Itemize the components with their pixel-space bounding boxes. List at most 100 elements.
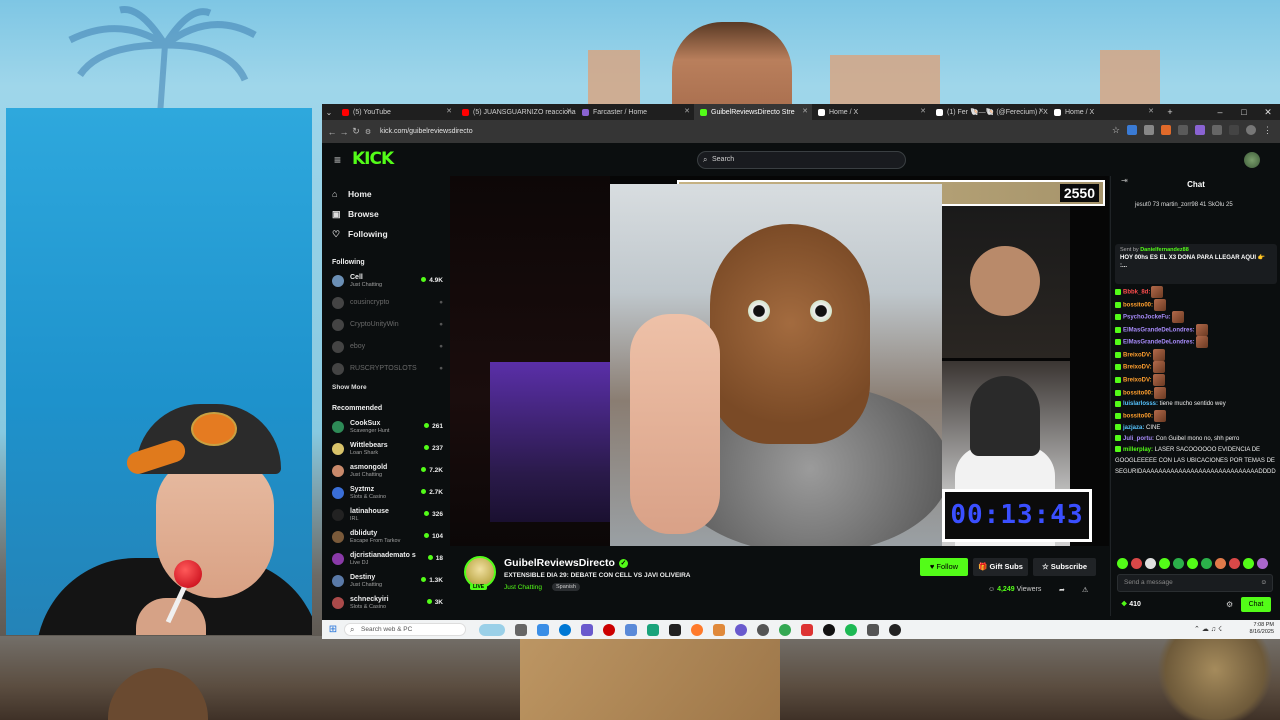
report-icon[interactable]: ⚠ xyxy=(1082,586,1088,594)
tab-youtube[interactable]: (5) YouTube ✕ xyxy=(336,104,456,120)
app-icon[interactable] xyxy=(735,623,747,636)
app-icon[interactable] xyxy=(713,623,725,636)
pinned-message[interactable]: Sent by Danielfernandez88 HOY 00hs ES EL… xyxy=(1115,244,1277,284)
kick-logo[interactable]: KICK xyxy=(352,149,394,169)
chat-username[interactable]: ElMasGrandeDeLondres: xyxy=(1123,340,1195,346)
chat-username[interactable]: millerplay: xyxy=(1123,447,1153,453)
minimize-button[interactable]: – xyxy=(1208,107,1232,117)
app-icon[interactable] xyxy=(867,623,879,636)
tab-ferecium[interactable]: (1) Fer 🐚—🐚 (@Ferecium) / X ✕ xyxy=(930,104,1048,120)
sidebar-channel[interactable]: Cell Just Chatting 4.9K xyxy=(322,270,449,292)
sidebar-icon[interactable] xyxy=(1229,125,1239,135)
sidebar-channel[interactable]: Syztmz Slots & Casino 2.7K xyxy=(322,482,449,504)
system-tray-icons[interactable]: ⌃ ☁ ♫ ☇ xyxy=(1194,625,1222,633)
forward-arrow-icon[interactable]: → xyxy=(338,127,350,137)
back-arrow-icon[interactable]: ← xyxy=(326,127,338,137)
extension-icon[interactable] xyxy=(1144,125,1154,135)
sidebar-channel[interactable]: dbliduty Escape From Tarkov 104 xyxy=(322,526,449,548)
show-more-link[interactable]: Show More xyxy=(322,380,449,396)
profile-icon[interactable] xyxy=(1246,125,1256,135)
sidebar-channel[interactable]: djcristianademato s Live DJ 18 xyxy=(322,548,449,570)
share-icon[interactable]: ➦ xyxy=(1059,586,1065,594)
close-icon[interactable]: ✕ xyxy=(802,107,808,115)
chat-username[interactable]: BreixoDV: xyxy=(1123,352,1152,358)
tab-search-icon[interactable]: ⌄ xyxy=(322,108,336,117)
emote-icon[interactable] xyxy=(1145,558,1156,569)
nav-home[interactable]: ⌂ Home xyxy=(332,184,449,204)
gift-subs-button[interactable]: 🎁 Gift Subs xyxy=(973,558,1028,576)
chat-username[interactable]: Juli_portu: xyxy=(1123,436,1154,442)
nav-following[interactable]: ♡ Following xyxy=(332,224,449,244)
language-tag[interactable]: Spanish xyxy=(552,583,580,591)
nav-browse[interactable]: ▣ Browse xyxy=(332,204,449,224)
site-info-icon[interactable]: ⚙ xyxy=(362,128,374,136)
close-icon[interactable]: ✕ xyxy=(1038,107,1044,115)
emote-icon[interactable] xyxy=(1159,558,1170,569)
app-icon[interactable] xyxy=(625,623,637,636)
chat-message-input[interactable]: Send a message ☺ xyxy=(1117,574,1273,592)
chat-username[interactable]: Bbbk_8d: xyxy=(1123,290,1150,296)
emote-icon[interactable] xyxy=(1215,558,1226,569)
chat-username[interactable]: bossito00: xyxy=(1123,302,1153,308)
stream-category-link[interactable]: Just Chatting xyxy=(504,584,542,591)
edge-icon[interactable] xyxy=(559,623,571,636)
subscribe-button[interactable]: ☆ Subscribe xyxy=(1033,558,1096,576)
emote-icon[interactable] xyxy=(1187,558,1198,569)
emoji-picker-icon[interactable]: ☺ xyxy=(1260,575,1267,591)
tab-home-x-2[interactable]: Home / X ✕ xyxy=(1048,104,1158,120)
channel-points[interactable]: ❖ 410 xyxy=(1121,600,1141,608)
new-tab-button[interactable]: + xyxy=(1158,107,1182,117)
sidebar-channel[interactable]: schneckyiri Slots & Casino 3K xyxy=(322,592,449,614)
sidebar-channel[interactable]: Wittlebears Loan Shark 237 xyxy=(322,438,449,460)
app-icon[interactable] xyxy=(647,623,659,636)
firefox-icon[interactable] xyxy=(691,623,703,636)
tab-juansguarnizo[interactable]: (5) JUANSGUARNIZO reacciona ✕ xyxy=(456,104,576,120)
emote-icon[interactable] xyxy=(1229,558,1240,569)
reload-icon[interactable]: ↻ xyxy=(350,126,362,137)
sidebar-channel[interactable]: asmongold Just Chatting 7.2K xyxy=(322,460,449,482)
extension-icon[interactable] xyxy=(1161,125,1171,135)
windows-start-icon[interactable]: ⊞ xyxy=(322,624,344,635)
close-icon[interactable]: ✕ xyxy=(684,107,690,115)
extension-icon[interactable] xyxy=(1195,125,1205,135)
emote-icon[interactable] xyxy=(1173,558,1184,569)
sidebar-channel[interactable]: CryptoUnityWin ● xyxy=(322,314,449,336)
app-icon[interactable] xyxy=(581,623,593,636)
maximize-button[interactable]: □ xyxy=(1232,107,1256,117)
close-icon[interactable]: ✕ xyxy=(920,107,926,115)
chat-username[interactable]: bossito00: xyxy=(1123,390,1153,396)
close-window-button[interactable]: ✕ xyxy=(1256,107,1280,118)
app-icon[interactable] xyxy=(801,623,813,636)
app-icon[interactable] xyxy=(823,623,835,636)
chat-username[interactable]: bossito00: xyxy=(1123,414,1153,420)
chat-username[interactable]: jazjaza: xyxy=(1123,425,1144,431)
extension-icon[interactable] xyxy=(1178,125,1188,135)
menu-dots-icon[interactable]: ⋮ xyxy=(1263,125,1272,135)
close-icon[interactable]: ✕ xyxy=(446,107,452,115)
channel-name[interactable]: GuibelReviewsDirecto ✓ xyxy=(504,557,628,569)
app-icon[interactable] xyxy=(757,623,769,636)
close-icon[interactable]: ✕ xyxy=(566,107,572,115)
puzzle-icon[interactable] xyxy=(1212,125,1222,135)
task-view-icon[interactable] xyxy=(515,623,527,636)
url-field[interactable]: kick.com/guibelreviewsdirecto xyxy=(380,128,473,135)
taskbar-search[interactable]: Search web & PC xyxy=(344,623,466,636)
emote-icon[interactable] xyxy=(1257,558,1268,569)
search-input[interactable]: ⌕ Search xyxy=(697,151,906,169)
follow-button[interactable]: ♥ Follow xyxy=(920,558,968,576)
github-icon[interactable] xyxy=(889,623,901,636)
chat-username[interactable]: ElMasGrandeDeLondres: xyxy=(1123,327,1195,333)
bookmark-star-icon[interactable]: ☆ xyxy=(1112,125,1120,135)
system-clock[interactable]: 7:08 PM 8/16/2025 xyxy=(1250,622,1274,636)
chat-username[interactable]: BreixoDV: xyxy=(1123,365,1152,371)
app-icon[interactable] xyxy=(537,623,549,636)
sidebar-channel[interactable]: CookSux Scavenger Hunt 261 xyxy=(322,416,449,438)
emote-icon[interactable] xyxy=(1131,558,1142,569)
hamburger-menu-icon[interactable]: ≡ xyxy=(334,153,341,167)
extension-icon[interactable] xyxy=(1127,125,1137,135)
tab-farcaster[interactable]: Farcaster / Home ✕ xyxy=(576,104,694,120)
sidebar-channel[interactable]: RUSCRYPTOSLOTS ● xyxy=(322,358,449,380)
chat-username[interactable]: BreixoDV: xyxy=(1123,378,1152,384)
app-icon[interactable] xyxy=(603,623,615,636)
user-avatar[interactable] xyxy=(1244,152,1260,168)
